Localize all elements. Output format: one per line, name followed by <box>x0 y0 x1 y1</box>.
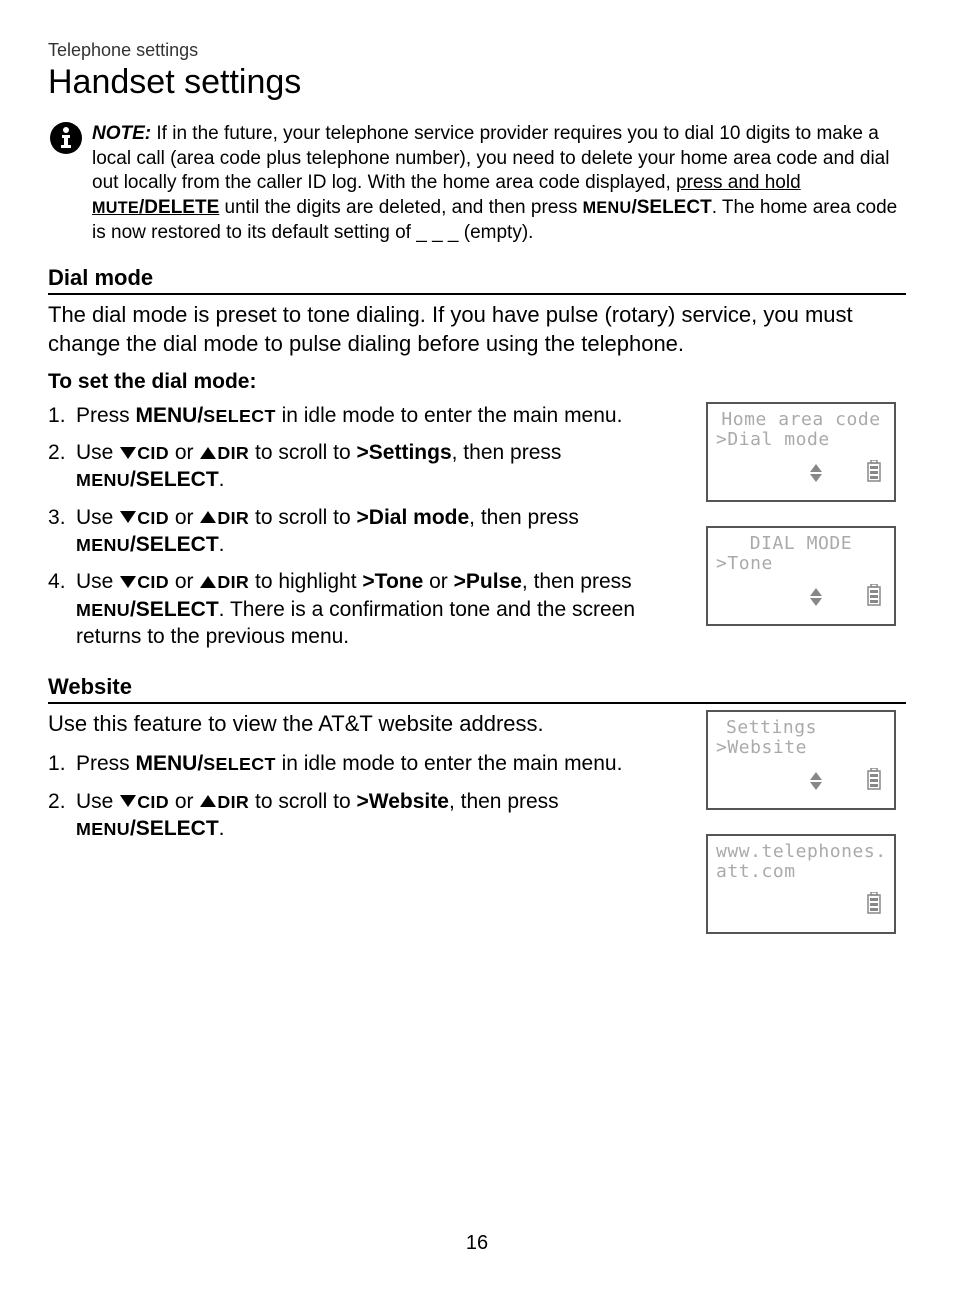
battery-icon <box>866 584 882 610</box>
step: Press MENU/SELECT in idle mode to enter … <box>48 402 686 429</box>
nav-arrows-icon <box>810 464 822 482</box>
note-body: If in the future, your telephone service… <box>92 123 897 243</box>
lcd-line2: >Dial mode <box>716 430 886 450</box>
note-text: NOTE: If in the future, your telephone s… <box>90 122 906 245</box>
dial-mode-subheading: To set the dial mode: <box>48 370 906 394</box>
section-heading-website: Website <box>48 674 906 704</box>
website-steps: Press MENU/SELECT in idle mode to enter … <box>48 750 686 842</box>
battery-icon <box>866 460 882 486</box>
info-icon <box>48 120 84 161</box>
lcd-line1: www.telephones. <box>716 842 886 862</box>
step: Use CID or DIR to scroll to >Dial mode, … <box>48 504 686 559</box>
lcd-line1: Home area code <box>716 410 886 430</box>
lcd-screen: www.telephones. att.com <box>706 834 896 934</box>
step: Use CID or DIR to scroll to >Website, th… <box>48 788 686 843</box>
breadcrumb: Telephone settings <box>48 40 906 61</box>
step: Use CID or DIR to scroll to >Settings, t… <box>48 439 686 494</box>
page-number: 16 <box>0 1232 954 1255</box>
step: Use CID or DIR to highlight >Tone or >Pu… <box>48 568 686 650</box>
lcd-line1: Settings <box>716 718 886 738</box>
section-heading-dial-mode: Dial mode <box>48 265 906 295</box>
dial-mode-steps: Press MENU/SELECT in idle mode to enter … <box>48 402 686 650</box>
dial-mode-intro: The dial mode is preset to tone dialing.… <box>48 301 906 357</box>
lcd-line2: >Website <box>716 738 886 758</box>
battery-icon <box>866 892 882 918</box>
lcd-screen: DIAL MODE >Tone <box>706 526 896 626</box>
lcd-line1: DIAL MODE <box>716 534 886 554</box>
note-block: NOTE: If in the future, your telephone s… <box>48 122 906 245</box>
battery-icon <box>866 768 882 794</box>
note-label: NOTE: <box>92 123 151 144</box>
website-intro: Use this feature to view the AT&T websit… <box>48 710 686 738</box>
step: Press MENU/SELECT in idle mode to enter … <box>48 750 686 777</box>
nav-arrows-icon <box>810 772 822 790</box>
lcd-screen: Home area code >Dial mode <box>706 402 896 502</box>
lcd-line2: >Tone <box>716 554 886 574</box>
lcd-line2: att.com <box>716 862 886 882</box>
page-title: Handset settings <box>48 63 906 102</box>
nav-arrows-icon <box>810 588 822 606</box>
lcd-screen: Settings >Website <box>706 710 896 810</box>
